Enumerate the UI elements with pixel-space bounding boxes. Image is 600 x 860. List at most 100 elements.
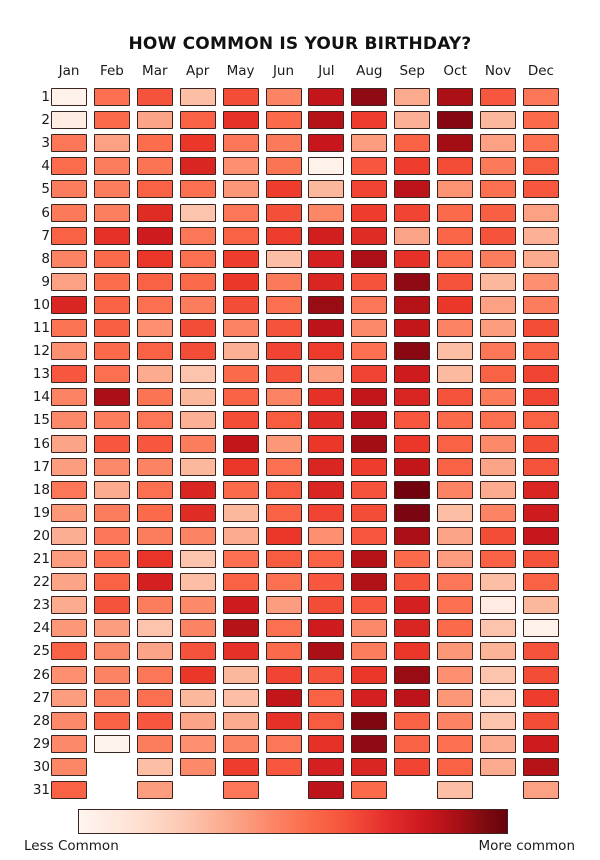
heatmap-cell[interactable] [522,411,559,430]
heatmap-cell[interactable] [522,573,559,592]
heatmap-cell[interactable] [308,319,345,337]
heatmap-cell[interactable] [136,342,173,361]
heatmap-cell[interactable] [308,665,345,684]
heatmap-cell[interactable] [136,457,173,476]
heatmap-cell[interactable] [93,249,130,268]
heatmap-cell[interactable] [437,734,474,753]
heatmap-cell[interactable] [136,503,173,522]
heatmap-cell[interactable] [351,573,388,592]
heatmap-cell[interactable] [51,180,87,199]
heatmap-cell[interactable] [136,480,173,499]
heatmap-cell[interactable] [136,734,173,753]
heatmap-cell[interactable] [480,272,516,291]
heatmap-cell[interactable] [351,180,388,199]
heatmap-cell[interactable] [394,480,431,499]
heatmap-cell[interactable] [222,596,259,615]
heatmap-cell[interactable] [480,619,516,638]
heatmap-cell[interactable] [437,503,474,522]
heatmap-cell[interactable] [351,249,388,268]
heatmap-cell[interactable] [480,157,516,176]
heatmap-cell[interactable] [265,596,302,615]
heatmap-cell[interactable] [51,757,87,776]
heatmap-cell[interactable] [51,619,87,638]
heatmap-cell[interactable] [394,642,431,661]
heatmap-cell[interactable] [437,388,474,407]
heatmap-cell[interactable] [179,711,216,730]
heatmap-cell[interactable] [437,295,474,314]
heatmap-cell[interactable] [93,503,130,522]
heatmap-cell[interactable] [480,642,516,661]
heatmap-cell[interactable] [308,249,345,268]
heatmap-cell[interactable] [265,503,302,522]
heatmap-cell[interactable] [265,711,302,730]
heatmap-cell[interactable] [437,573,474,592]
heatmap-cell[interactable] [179,134,216,153]
heatmap-cell[interactable] [51,272,87,291]
heatmap-cell[interactable] [522,734,559,753]
heatmap-cell[interactable] [51,342,87,361]
heatmap-cell[interactable] [351,411,388,430]
heatmap-cell[interactable] [93,711,130,730]
heatmap-cell[interactable] [308,573,345,592]
heatmap-cell[interactable] [522,480,559,499]
heatmap-cell[interactable] [437,319,474,337]
heatmap-cell[interactable] [437,342,474,361]
heatmap-cell[interactable] [51,411,87,430]
heatmap-cell[interactable] [179,550,216,568]
heatmap-cell[interactable] [136,757,173,776]
heatmap-cell[interactable] [265,665,302,684]
heatmap-cell[interactable] [522,180,559,199]
heatmap-cell[interactable] [136,249,173,268]
heatmap-cell[interactable] [308,295,345,314]
heatmap-cell[interactable] [136,111,173,130]
heatmap-cell[interactable] [51,734,87,753]
heatmap-cell[interactable] [265,550,302,568]
heatmap-cell[interactable] [394,249,431,268]
heatmap-cell[interactable] [222,88,259,106]
heatmap-cell[interactable] [179,295,216,314]
heatmap-cell[interactable] [394,526,431,545]
heatmap-cell[interactable] [351,295,388,314]
heatmap-cell[interactable] [136,781,173,799]
heatmap-cell[interactable] [308,342,345,361]
heatmap-cell[interactable] [437,411,474,430]
heatmap-cell[interactable] [351,642,388,661]
heatmap-cell[interactable] [437,642,474,661]
heatmap-cell[interactable] [222,388,259,407]
heatmap-cell[interactable] [51,365,87,384]
heatmap-cell[interactable] [394,388,431,407]
heatmap-cell[interactable] [51,665,87,684]
heatmap-cell[interactable] [222,457,259,476]
heatmap-cell[interactable] [51,526,87,545]
heatmap-cell[interactable] [51,111,87,130]
heatmap-cell[interactable] [265,619,302,638]
heatmap-cell[interactable] [51,319,87,337]
heatmap-cell[interactable] [308,434,345,453]
heatmap-cell[interactable] [51,596,87,615]
heatmap-cell[interactable] [51,642,87,661]
heatmap-cell[interactable] [222,157,259,176]
heatmap-cell[interactable] [179,342,216,361]
heatmap-cell[interactable] [351,619,388,638]
heatmap-cell[interactable] [222,134,259,153]
heatmap-cell[interactable] [93,665,130,684]
heatmap-cell[interactable] [179,619,216,638]
heatmap-cell[interactable] [93,596,130,615]
heatmap-cell[interactable] [136,665,173,684]
heatmap-cell[interactable] [93,365,130,384]
heatmap-cell[interactable] [351,134,388,153]
heatmap-cell[interactable] [51,88,87,106]
heatmap-cell[interactable] [265,134,302,153]
heatmap-cell[interactable] [480,480,516,499]
heatmap-cell[interactable] [93,111,130,130]
heatmap-cell[interactable] [437,226,474,245]
heatmap-cell[interactable] [51,573,87,592]
heatmap-cell[interactable] [308,596,345,615]
heatmap-cell[interactable] [179,226,216,245]
heatmap-cell[interactable] [222,503,259,522]
heatmap-cell[interactable] [179,180,216,199]
heatmap-cell[interactable] [308,226,345,245]
heatmap-cell[interactable] [51,550,87,568]
heatmap-cell[interactable] [308,111,345,130]
heatmap-cell[interactable] [522,365,559,384]
